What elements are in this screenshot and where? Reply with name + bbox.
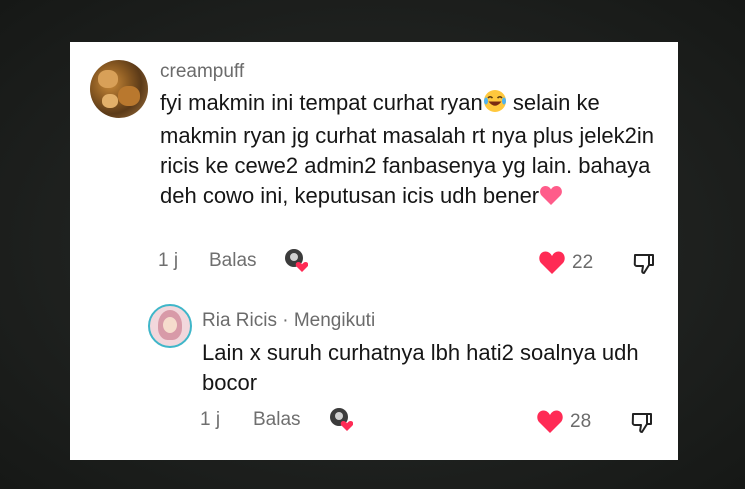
follow-status: Mengikuti (293, 310, 376, 331)
laughing-emoji-icon (483, 89, 507, 121)
like-count: 28 (570, 410, 592, 432)
creator-liked-avatar-icon (284, 248, 309, 272)
heart-filled-icon (537, 410, 563, 433)
heart-filled-icon (539, 251, 565, 274)
avatar-ria-ricis[interactable] (148, 304, 192, 348)
avatar-creampuff[interactable] (90, 60, 148, 118)
thumbs-down-icon (631, 413, 652, 433)
reply-author-name[interactable]: Ria Ricis (202, 310, 277, 331)
comment-text-part: fyi makmin ini tempat curhat ryan (160, 90, 483, 115)
reply-button[interactable]: Balas (209, 250, 257, 272)
thumbs-down-icon (633, 254, 654, 274)
like-count: 22 (572, 251, 594, 273)
comment-username[interactable]: creampuff (160, 61, 244, 83)
separator: · (276, 310, 294, 331)
reply-time: 1 j (200, 409, 221, 430)
reply-button[interactable]: Balas (253, 409, 301, 431)
comment-time: 1 j (158, 250, 179, 271)
comment-text: fyi makmin ini tempat curhat ryan selain… (160, 88, 665, 214)
comment-card: creampuff fyi makmin ini tempat curhat r… (70, 42, 678, 460)
reply-text: Lain x suruh curhatnya lbh hati2 soalnya… (202, 340, 639, 395)
pink-heart-emoji-icon (539, 184, 563, 214)
creator-liked-avatar-icon (329, 407, 354, 431)
dislike-button[interactable] (632, 252, 656, 281)
like-button[interactable]: 22 (538, 250, 593, 275)
like-button[interactable]: 28 (536, 409, 591, 434)
reply-username: Ria Ricis · Mengikuti (202, 310, 375, 332)
dislike-button[interactable] (630, 411, 654, 440)
